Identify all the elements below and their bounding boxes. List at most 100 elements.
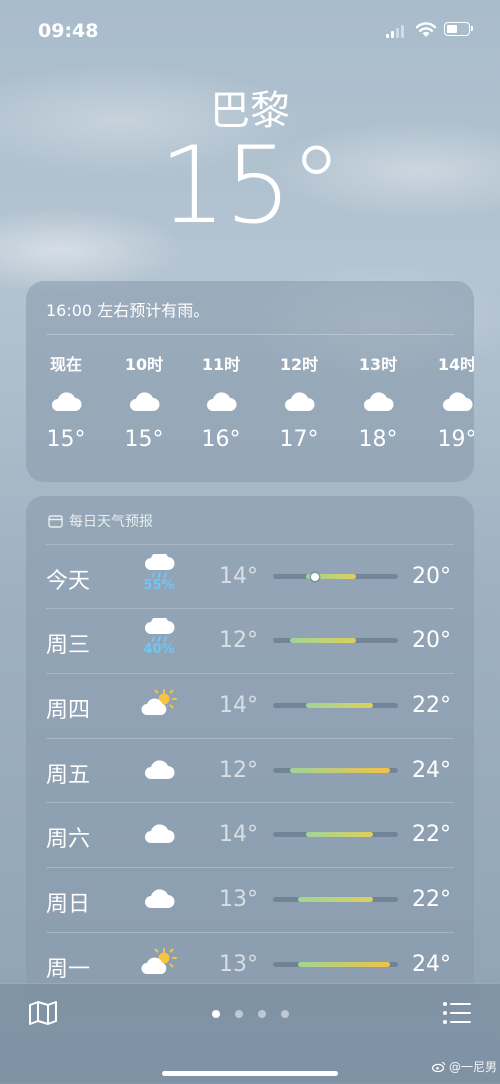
- temp-range-fill: [298, 897, 373, 902]
- temp-range-fill: [298, 962, 390, 967]
- daily-forecast-card[interactable]: 每日天气预报 今天 55% 14° 20° 周三 40% 12° 20° 周四 …: [26, 496, 474, 1016]
- cellular-signal-icon: [386, 24, 404, 38]
- high-temp: 24°: [412, 758, 451, 783]
- hour-label: 现在: [49, 355, 82, 374]
- temp-range-fill: [306, 832, 373, 837]
- daily-row[interactable]: 今天 55% 14° 20°: [26, 544, 474, 608]
- high-temp: 22°: [412, 822, 451, 847]
- high-temp: 24°: [412, 952, 451, 977]
- cloud-icon: [191, 381, 251, 421]
- low-temp: 13°: [219, 952, 258, 977]
- temp-range-bar: [273, 572, 398, 581]
- day-label: 周三: [46, 633, 91, 658]
- partly-sunny-icon: [139, 683, 179, 733]
- map-icon[interactable]: [28, 1000, 58, 1026]
- cloud-icon: [427, 381, 474, 421]
- hour-temp: 15°: [46, 427, 86, 452]
- cloud-icon: [139, 748, 179, 802]
- hour-item: 现在 15°: [36, 351, 96, 452]
- cloud-icon: [139, 877, 179, 931]
- day-label: 周五: [46, 763, 91, 788]
- hour-temp: 16°: [201, 427, 241, 452]
- hour-label: 12时: [279, 355, 319, 374]
- temp-range-fill: [289, 768, 390, 773]
- forecast-summary: 16:00 左右预计有雨。: [46, 301, 210, 320]
- daily-forecast-header: 每日天气预报: [48, 511, 153, 531]
- list-icon[interactable]: [442, 1001, 472, 1025]
- temp-range-fill: [306, 703, 373, 708]
- temp-range-bar: [273, 832, 398, 837]
- hour-item: 10时 15°: [114, 351, 174, 452]
- divider: [46, 673, 454, 674]
- cloud-rain-icon: 55%: [139, 554, 179, 598]
- temp-range-bar: [273, 638, 398, 643]
- low-temp: 14°: [219, 564, 258, 589]
- precip-chance: 55%: [143, 578, 175, 593]
- watermark-text: @一尼男: [449, 1060, 498, 1074]
- current-temperature: 15°: [159, 124, 343, 247]
- current-temp-dot: [310, 572, 319, 581]
- cloud-icon: [269, 381, 329, 421]
- cloud-icon: [36, 381, 96, 421]
- hour-item: 14时 19°: [427, 351, 475, 452]
- precip-chance: 40%: [143, 642, 175, 657]
- divider: [46, 544, 454, 545]
- hour-temp: 17°: [279, 427, 319, 452]
- cloud-rain-icon: 40%: [139, 618, 179, 662]
- divider: [46, 802, 454, 803]
- temp-range-bar: [273, 703, 398, 708]
- hourly-forecast-card[interactable]: 16:00 左右预计有雨。 现在 15° 10时 15° 11时 16° 12时…: [26, 281, 474, 482]
- divider: [46, 932, 454, 933]
- day-label: 今天: [46, 569, 91, 594]
- high-temp: 20°: [412, 628, 451, 653]
- daily-row[interactable]: 周四 14° 22°: [26, 673, 474, 737]
- high-temp: 20°: [412, 564, 451, 589]
- low-temp: 12°: [219, 628, 258, 653]
- hour-label: 11时: [201, 355, 241, 374]
- page-dot[interactable]: [235, 1010, 243, 1018]
- page-dot-active[interactable]: [212, 1010, 220, 1018]
- cloud-icon: [139, 812, 179, 866]
- temp-range-bar: [273, 897, 398, 902]
- wifi-icon: [415, 22, 437, 37]
- page-dot[interactable]: [258, 1010, 266, 1018]
- divider: [46, 334, 454, 335]
- daily-row[interactable]: 周三 40% 12° 20°: [26, 608, 474, 672]
- hour-label: 10时: [124, 355, 164, 374]
- low-temp: 14°: [219, 693, 258, 718]
- divider: [46, 608, 454, 609]
- cloud-icon: [348, 381, 408, 421]
- hour-temp: 19°: [437, 427, 475, 452]
- hour-item: 12时 17°: [269, 351, 329, 452]
- watermark: @一尼男: [432, 1058, 497, 1075]
- daily-row[interactable]: 周日 13° 22°: [26, 867, 474, 931]
- daily-forecast-title: 每日天气预报: [69, 514, 153, 530]
- home-indicator[interactable]: [162, 1071, 338, 1076]
- divider: [46, 867, 454, 868]
- day-label: 周四: [46, 698, 91, 723]
- low-temp: 13°: [219, 887, 258, 912]
- high-temp: 22°: [412, 693, 451, 718]
- page-indicator[interactable]: [212, 1010, 289, 1018]
- status-time: 09:48: [38, 20, 99, 42]
- temp-range-fill: [289, 638, 357, 643]
- day-label: 周日: [46, 892, 91, 917]
- hour-label: 13时: [358, 355, 398, 374]
- bottom-toolbar: [0, 983, 500, 1084]
- low-temp: 12°: [219, 758, 258, 783]
- status-bar: 09:48: [0, 0, 500, 60]
- high-temp: 22°: [412, 887, 451, 912]
- hour-temp: 18°: [358, 427, 398, 452]
- day-label: 周六: [46, 827, 91, 852]
- page-dot[interactable]: [281, 1010, 289, 1018]
- low-temp: 14°: [219, 822, 258, 847]
- battery-icon: [444, 22, 473, 36]
- daily-row[interactable]: 周五 12° 24°: [26, 738, 474, 802]
- hour-label: 14时: [437, 355, 474, 374]
- hour-item: 11时 16°: [191, 351, 251, 452]
- temp-range-bar: [273, 768, 398, 773]
- divider: [46, 738, 454, 739]
- calendar-icon: [48, 515, 63, 528]
- hour-temp: 15°: [124, 427, 164, 452]
- daily-row[interactable]: 周六 14° 22°: [26, 802, 474, 866]
